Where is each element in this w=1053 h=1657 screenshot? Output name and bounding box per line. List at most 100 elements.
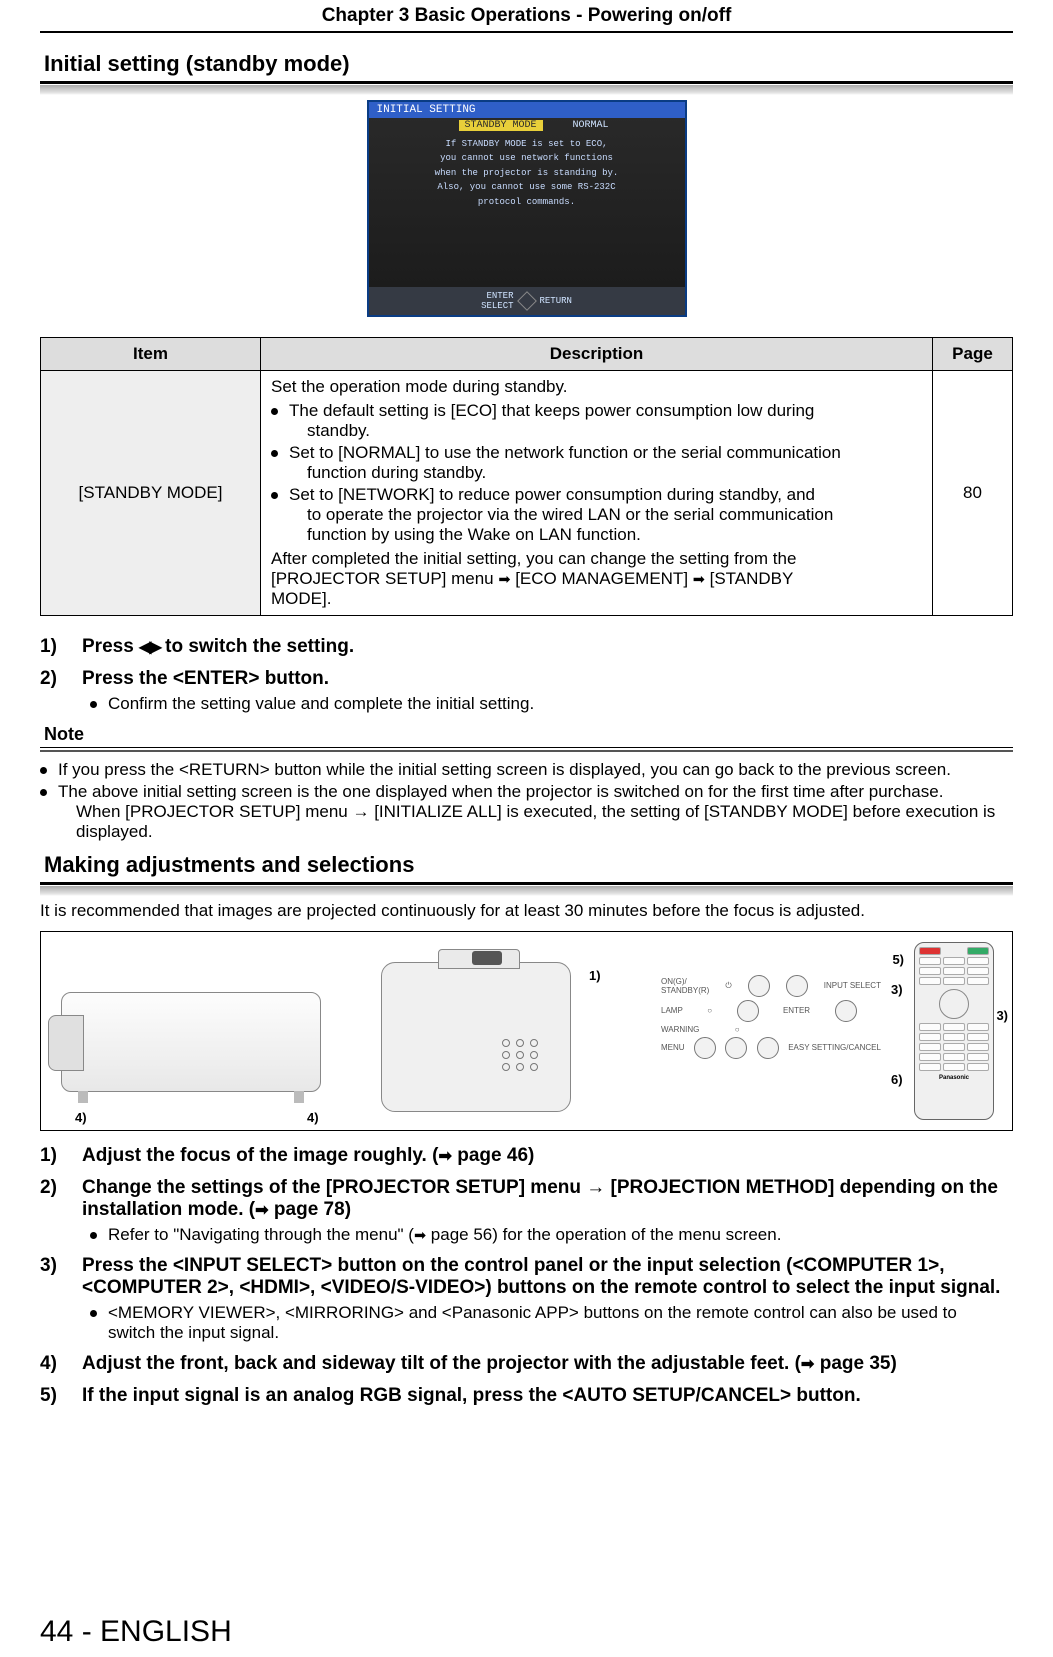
- td-page: 80: [933, 370, 1013, 615]
- standby-mode-table: Item Description Page [STANDBY MODE] Set…: [40, 337, 1013, 616]
- td-desc: Set the operation mode during standby. T…: [261, 370, 933, 615]
- remote-control-diagram: Panasonic: [914, 942, 994, 1120]
- callout-label: 4): [307, 1110, 319, 1125]
- callout-label: 4): [75, 1110, 87, 1125]
- step-number: 1): [40, 1145, 66, 1167]
- label-easy-setting: EASY SETTING/CANCEL: [788, 1043, 881, 1052]
- osd-screenshot: INITIAL SETTING STANDBY MODE NORMAL If S…: [40, 100, 1013, 317]
- section-rule: [40, 882, 1013, 885]
- projector-diagram: 4) 4) 1) ON(G)/ STANDBY(R) ⏻ INPUT SELEC…: [40, 931, 1013, 1131]
- text: [STANDBY: [705, 569, 793, 588]
- arrow-right-icon: [414, 1225, 426, 1244]
- osd-footer-enter: ENTER: [481, 291, 513, 301]
- callout-label: 3): [891, 982, 903, 997]
- callout-label: 1): [589, 968, 601, 983]
- step-number: 2): [40, 668, 66, 690]
- th-item: Item: [41, 337, 261, 370]
- step-text: page 78): [269, 1199, 351, 1220]
- step: 5) If the input signal is an analog RGB …: [40, 1385, 1013, 1407]
- th-desc: Description: [261, 337, 933, 370]
- text: When [PROJECTOR SETUP] menu → [INITIALIZ…: [58, 802, 1013, 822]
- step-sub: Refer to "Navigating through the menu" (…: [90, 1225, 1013, 1245]
- step: 4) Adjust the front, back and sideway ti…: [40, 1353, 1013, 1375]
- step-sub: Confirm the setting value and complete t…: [90, 694, 1013, 714]
- arrow-right-icon: [255, 1199, 269, 1220]
- label-menu: MENU: [661, 1043, 685, 1052]
- step-text: Press the <INPUT SELECT> button on the c…: [82, 1255, 945, 1276]
- callout-label: 3): [996, 1008, 1008, 1023]
- step-text: to switch the setting.: [160, 636, 354, 657]
- step-text: Adjust the focus of the image roughly. (: [82, 1145, 438, 1166]
- label-input-select: INPUT SELECT: [824, 981, 881, 990]
- step-text: Change the settings of the [PROJECTOR SE…: [82, 1177, 998, 1198]
- text: [PROJECTOR SETUP] menu: [271, 569, 498, 588]
- step: 2) Press the <ENTER> button.: [40, 668, 1013, 690]
- note-heading: Note: [44, 724, 1013, 745]
- th-page: Page: [933, 337, 1013, 370]
- text: function by using the Wake on LAN functi…: [289, 525, 922, 545]
- step-number: 1): [40, 636, 66, 658]
- text: function during standby.: [289, 463, 922, 483]
- arrow-right-icon: [438, 1145, 452, 1166]
- text: Set to [NETWORK] to reduce power consump…: [289, 485, 815, 504]
- remote-brand: Panasonic: [915, 1075, 993, 1081]
- control-panel-diagram: ON(G)/ STANDBY(R) ⏻ INPUT SELECT LAMP ○ …: [661, 972, 881, 1102]
- arrow-right-icon: [693, 569, 705, 588]
- text: standby.: [289, 421, 922, 441]
- note-rule: [40, 747, 1013, 748]
- osd-msg-line: when the projector is standing by.: [379, 166, 675, 180]
- label-standby: ON(G)/ STANDBY(R): [661, 977, 709, 995]
- step-sub: <MEMORY VIEWER>, <MIRRORING> and <Panaso…: [90, 1303, 1013, 1343]
- td-item: [STANDBY MODE]: [41, 370, 261, 615]
- osd-footer-select: SELECT: [481, 301, 513, 311]
- osd-msg-line: If STANDBY MODE is set to ECO,: [379, 137, 675, 151]
- osd-msg-line: protocol commands.: [379, 195, 675, 209]
- text: Set to [NORMAL] to use the network funct…: [289, 443, 841, 462]
- callout-label: 6): [891, 1072, 903, 1087]
- step-text: page 35): [814, 1353, 896, 1374]
- step-text: <COMPUTER 2>, <HDMI>, <VIDEO/S-VIDEO>) b…: [82, 1277, 1000, 1298]
- osd-msg-line: you cannot use network functions: [379, 151, 675, 165]
- text: to operate the projector via the wired L…: [289, 505, 922, 525]
- section-intro: It is recommended that images are projec…: [40, 901, 1013, 921]
- step-text: installation mode. (: [82, 1199, 255, 1220]
- note-rule: [40, 750, 1013, 752]
- label-warning: WARNING: [661, 1025, 699, 1034]
- step: 3) Press the <INPUT SELECT> button on th…: [40, 1255, 1013, 1299]
- osd-msg-line: Also, you cannot use some RS-232C: [379, 180, 675, 194]
- text: [ECO MANAGEMENT]: [510, 569, 692, 588]
- projector-top-view: [381, 962, 571, 1112]
- text: switch the input signal.: [108, 1323, 279, 1342]
- text: After completed the initial setting, you…: [271, 549, 796, 568]
- section-adjustments-heading: Making adjustments and selections: [40, 852, 1013, 882]
- arrow-right-icon: [801, 1353, 815, 1374]
- step-text: Adjust the front, back and sideway tilt …: [82, 1353, 801, 1374]
- desc-bullet: Set to [NETWORK] to reduce power consump…: [271, 485, 922, 545]
- section-rule: [40, 81, 1013, 84]
- step-number: 4): [40, 1353, 66, 1375]
- callout-label: 5): [892, 952, 904, 967]
- desc-intro: Set the operation mode during standby.: [271, 377, 922, 397]
- arrow-left-right-icon: [139, 636, 160, 657]
- text: <MEMORY VIEWER>, <MIRRORING> and <Panaso…: [108, 1303, 957, 1322]
- text: Refer to "Navigating through the menu" (: [108, 1225, 414, 1244]
- label-lamp: LAMP: [661, 1006, 683, 1015]
- step-text: Press: [82, 636, 139, 657]
- dpad-icon: [517, 291, 537, 311]
- desc-bullet: The default setting is [ECO] that keeps …: [271, 401, 922, 441]
- label-enter: ENTER: [783, 1006, 810, 1015]
- chapter-title: Chapter 3 Basic Operations - Powering on…: [40, 5, 1013, 27]
- desc-outro: After completed the initial setting, you…: [271, 549, 922, 609]
- osd-item-label: STANDBY MODE: [459, 120, 543, 131]
- projector-side-view: [61, 992, 321, 1092]
- note-item: The above initial setting screen is the …: [40, 782, 1013, 842]
- step: 2) Change the settings of the [PROJECTOR…: [40, 1177, 1013, 1221]
- chapter-rule: [40, 31, 1013, 33]
- osd-item-value: NORMAL: [573, 120, 609, 131]
- text: displayed.: [58, 822, 1013, 842]
- osd-title: INITIAL SETTING: [369, 102, 685, 118]
- note-item: If you press the <RETURN> button while t…: [40, 760, 1013, 780]
- text: page 56) for the operation of the menu s…: [426, 1225, 781, 1244]
- text: MODE].: [271, 589, 331, 608]
- step-number: 2): [40, 1177, 66, 1221]
